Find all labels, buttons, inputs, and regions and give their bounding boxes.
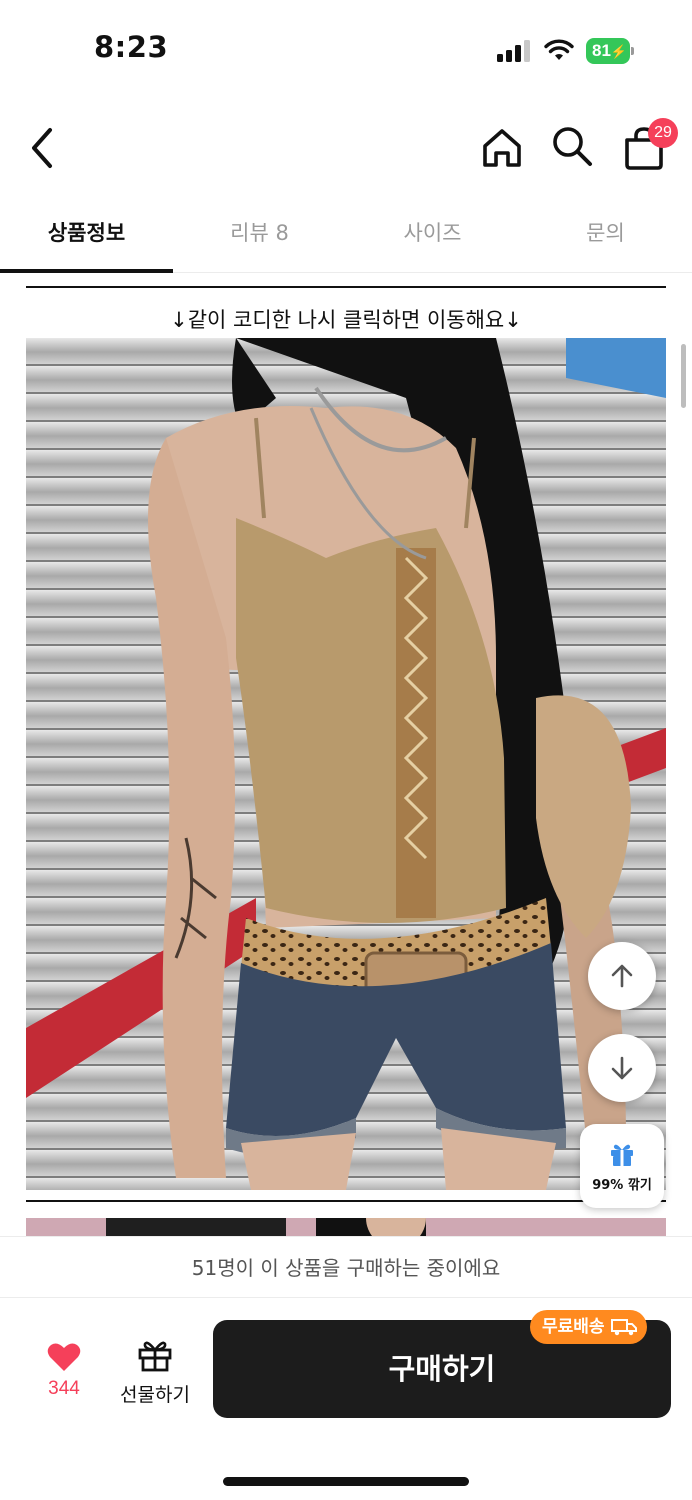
- tab-reviews[interactable]: 리뷰 8: [173, 195, 346, 272]
- home-indicator[interactable]: [223, 1477, 469, 1486]
- like-button[interactable]: 344: [36, 1342, 92, 1400]
- battery-level: 81: [592, 41, 611, 60]
- scroll-up-button[interactable]: [588, 942, 656, 1010]
- tab-inquiry[interactable]: 문의: [519, 195, 692, 272]
- arrow-down-icon: [611, 1056, 633, 1080]
- coupon-label: 99% 깎기: [592, 1178, 652, 1193]
- gift-button[interactable]: 선물하기: [112, 1338, 198, 1407]
- divider: [26, 1200, 666, 1202]
- cellular-signal-icon: [497, 40, 531, 62]
- cart-count-badge: 29: [648, 118, 678, 148]
- battery-icon: 81⚡: [586, 38, 634, 64]
- product-tabs: 상품정보 리뷰 8 사이즈 문의: [0, 195, 692, 273]
- tab-product-info[interactable]: 상품정보: [0, 195, 173, 273]
- divider: [26, 286, 666, 288]
- buying-now-notice: 51명이 이 상품을 구매하는 중이에요: [0, 1236, 692, 1298]
- heart-icon: [47, 1343, 81, 1371]
- coupon-discount-button[interactable]: 99% 깎기: [580, 1124, 664, 1208]
- free-shipping-badge: 무료배송: [530, 1310, 647, 1344]
- arrow-up-icon: [611, 964, 633, 988]
- top-navigation: [0, 100, 692, 195]
- scrollbar[interactable]: [681, 344, 686, 408]
- gift-icon: [138, 1341, 172, 1372]
- truck-icon: [610, 1319, 637, 1336]
- next-product-photo[interactable]: [26, 1218, 666, 1236]
- bottom-action-bar: 344 선물하기 구매하기 무료배송: [0, 1298, 692, 1500]
- back-arrow-icon[interactable]: [22, 124, 62, 172]
- gift-label: 선물하기: [120, 1384, 190, 1406]
- like-count: 344: [48, 1378, 80, 1399]
- gift-box-icon: [611, 1144, 633, 1166]
- scroll-down-button[interactable]: [588, 1034, 656, 1102]
- status-bar: 8:23 81⚡: [0, 0, 692, 100]
- tab-size[interactable]: 사이즈: [346, 195, 519, 272]
- search-icon[interactable]: [550, 124, 594, 168]
- product-photo[interactable]: [26, 338, 666, 1190]
- wifi-icon: [544, 39, 574, 60]
- product-detail-content: ↓같이 코디한 나시 클릭하면 이동해요↓ 99% 깎기: [0, 274, 692, 1236]
- coordi-caption[interactable]: ↓같이 코디한 나시 클릭하면 이동해요↓: [0, 304, 692, 334]
- home-icon[interactable]: [480, 126, 524, 170]
- free-shipping-label: 무료배송: [542, 1317, 605, 1337]
- status-time: 8:23: [94, 30, 169, 64]
